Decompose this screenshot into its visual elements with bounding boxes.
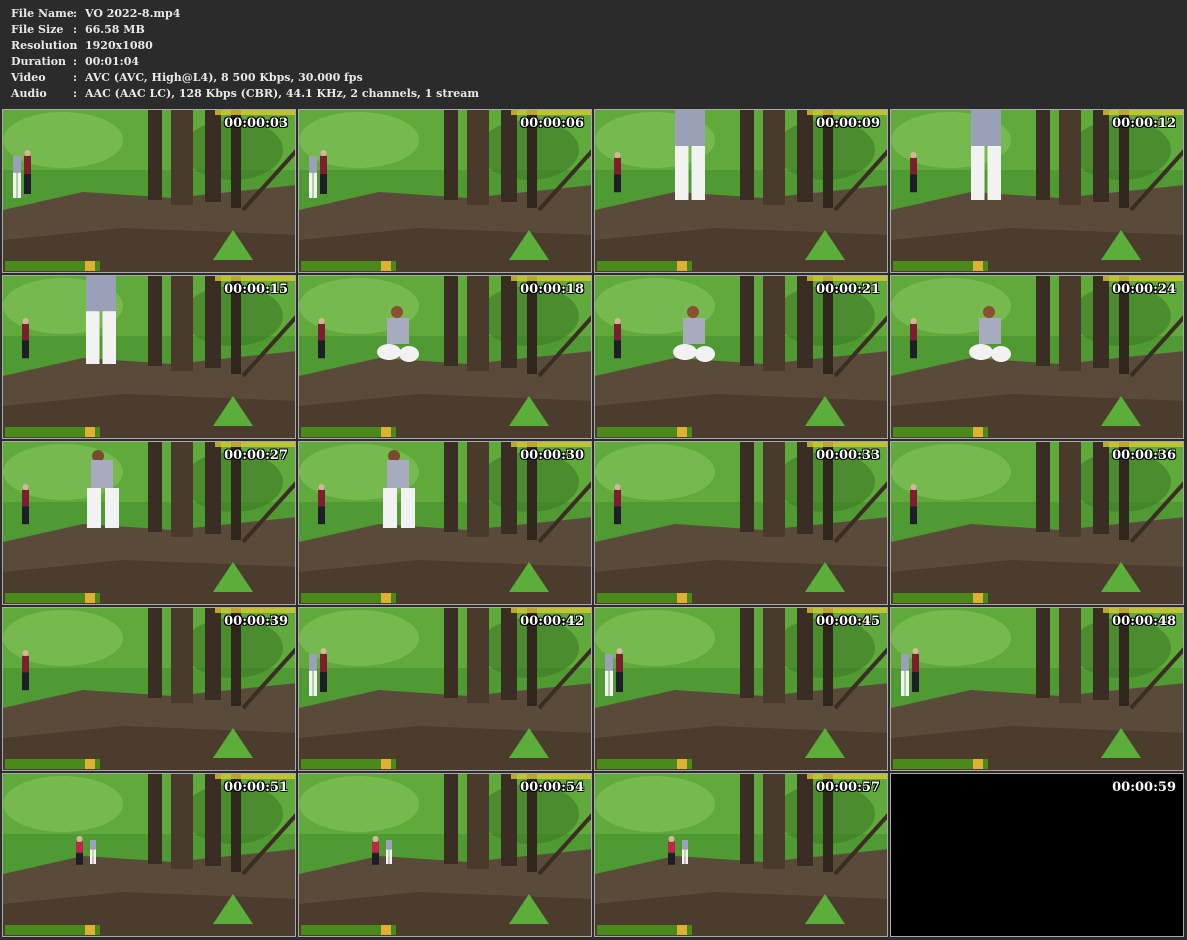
video-thumbnail[interactable]: 00:00:18 <box>298 275 592 439</box>
video-thumbnail[interactable]: 00:00:54 <box>298 773 592 937</box>
video-thumbnail[interactable]: 00:00:45 <box>594 607 888 771</box>
file-info-row: File Name: VO 2022-8.mp4 <box>11 6 479 22</box>
file-info-value: AVC (AVC, High@L4), 8 500 Kbps, 30.000 f… <box>85 71 363 84</box>
thumbnail-timestamp: 00:00:18 <box>520 282 584 297</box>
file-info-separator: : <box>73 39 78 52</box>
file-info-label: File Size <box>11 23 64 36</box>
thumbnail-timestamp: 00:00:57 <box>816 780 880 795</box>
file-info-separator: : <box>73 7 78 20</box>
file-info-value: 66.58 MB <box>85 23 145 36</box>
file-info-label: Audio <box>11 87 47 100</box>
video-thumbnail[interactable]: 00:00:39 <box>2 607 296 771</box>
file-info-separator: : <box>73 87 78 100</box>
file-info-value: VO 2022-8.mp4 <box>85 7 181 20</box>
video-thumbnail[interactable]: 00:00:15 <box>2 275 296 439</box>
file-info-row: Resolution:1920x1080 <box>11 38 479 54</box>
thumbnail-timestamp: 00:00:27 <box>224 448 288 463</box>
video-thumbnail[interactable]: 00:00:27 <box>2 441 296 605</box>
file-info-separator: : <box>73 55 78 68</box>
thumbnail-grid: 00:00:03 00:00:06 00:00:09 00:00:12 00:00:15… <box>2 109 1184 937</box>
file-info-value: AAC (AAC LC), 128 Kbps (CBR), 44.1 KHz, … <box>85 87 480 100</box>
file-info-row: File Size:66.58 MB <box>11 22 479 38</box>
thumbnail-timestamp: 00:00:12 <box>1112 116 1176 131</box>
thumbnail-timestamp: 00:00:33 <box>816 448 880 463</box>
thumbnail-timestamp: 00:00:03 <box>224 116 288 131</box>
thumbnail-timestamp: 00:00:42 <box>520 614 584 629</box>
thumbnail-timestamp: 00:00:59 <box>1112 780 1176 795</box>
video-thumbnail[interactable]: 00:00:03 <box>2 109 296 273</box>
video-thumbnail[interactable]: 00:00:42 <box>298 607 592 771</box>
thumbnail-timestamp: 00:00:06 <box>520 116 584 131</box>
thumbnail-timestamp: 00:00:54 <box>520 780 584 795</box>
file-info-value: 00:01:04 <box>85 55 140 68</box>
file-info-header: File Name: VO 2022-8.mp4 File Size:66.58 M… <box>11 6 479 102</box>
file-info-row: Audio: AAC (AAC LC), 128 Kbps (CBR), 44.1… <box>11 86 479 102</box>
video-thumbnail[interactable]: 00:00:51 <box>2 773 296 937</box>
video-thumbnail[interactable]: 00:00:06 <box>298 109 592 273</box>
video-thumbnail[interactable]: 00:00:48 <box>890 607 1184 771</box>
thumbnail-timestamp: 00:00:30 <box>520 448 584 463</box>
file-info-value: 1920x1080 <box>85 39 153 52</box>
thumbnail-timestamp: 00:00:09 <box>816 116 880 131</box>
thumbnail-timestamp: 00:00:39 <box>224 614 288 629</box>
file-info-label: File Name <box>11 7 74 20</box>
file-info-separator: : <box>73 23 78 36</box>
thumbnail-timestamp: 00:00:45 <box>816 614 880 629</box>
video-thumbnail[interactable]: 00:00:59 <box>890 773 1184 937</box>
file-info-label: Resolution <box>11 39 78 52</box>
file-info-row: Video: AVC (AVC, High@L4), 8 500 Kbps, 30… <box>11 70 479 86</box>
video-thumbnail[interactable]: 00:00:12 <box>890 109 1184 273</box>
video-thumbnail[interactable]: 00:00:33 <box>594 441 888 605</box>
video-thumbnail[interactable]: 00:00:24 <box>890 275 1184 439</box>
file-info-row: Duration:00:01:04 <box>11 54 479 70</box>
video-thumbnail[interactable]: 00:00:21 <box>594 275 888 439</box>
thumbnail-timestamp: 00:00:15 <box>224 282 288 297</box>
thumbnail-timestamp: 00:00:36 <box>1112 448 1176 463</box>
video-thumbnail[interactable]: 00:00:36 <box>890 441 1184 605</box>
video-thumbnail[interactable]: 00:00:09 <box>594 109 888 273</box>
thumbnail-timestamp: 00:00:51 <box>224 780 288 795</box>
file-info-label: Video <box>11 71 46 84</box>
video-thumbnail[interactable]: 00:00:30 <box>298 441 592 605</box>
thumbnail-timestamp: 00:00:21 <box>816 282 880 297</box>
file-info-separator: : <box>73 71 78 84</box>
thumbnail-timestamp: 00:00:24 <box>1112 282 1176 297</box>
thumbnail-timestamp: 00:00:48 <box>1112 614 1176 629</box>
video-thumbnail[interactable]: 00:00:57 <box>594 773 888 937</box>
file-info-label: Duration <box>11 55 67 68</box>
